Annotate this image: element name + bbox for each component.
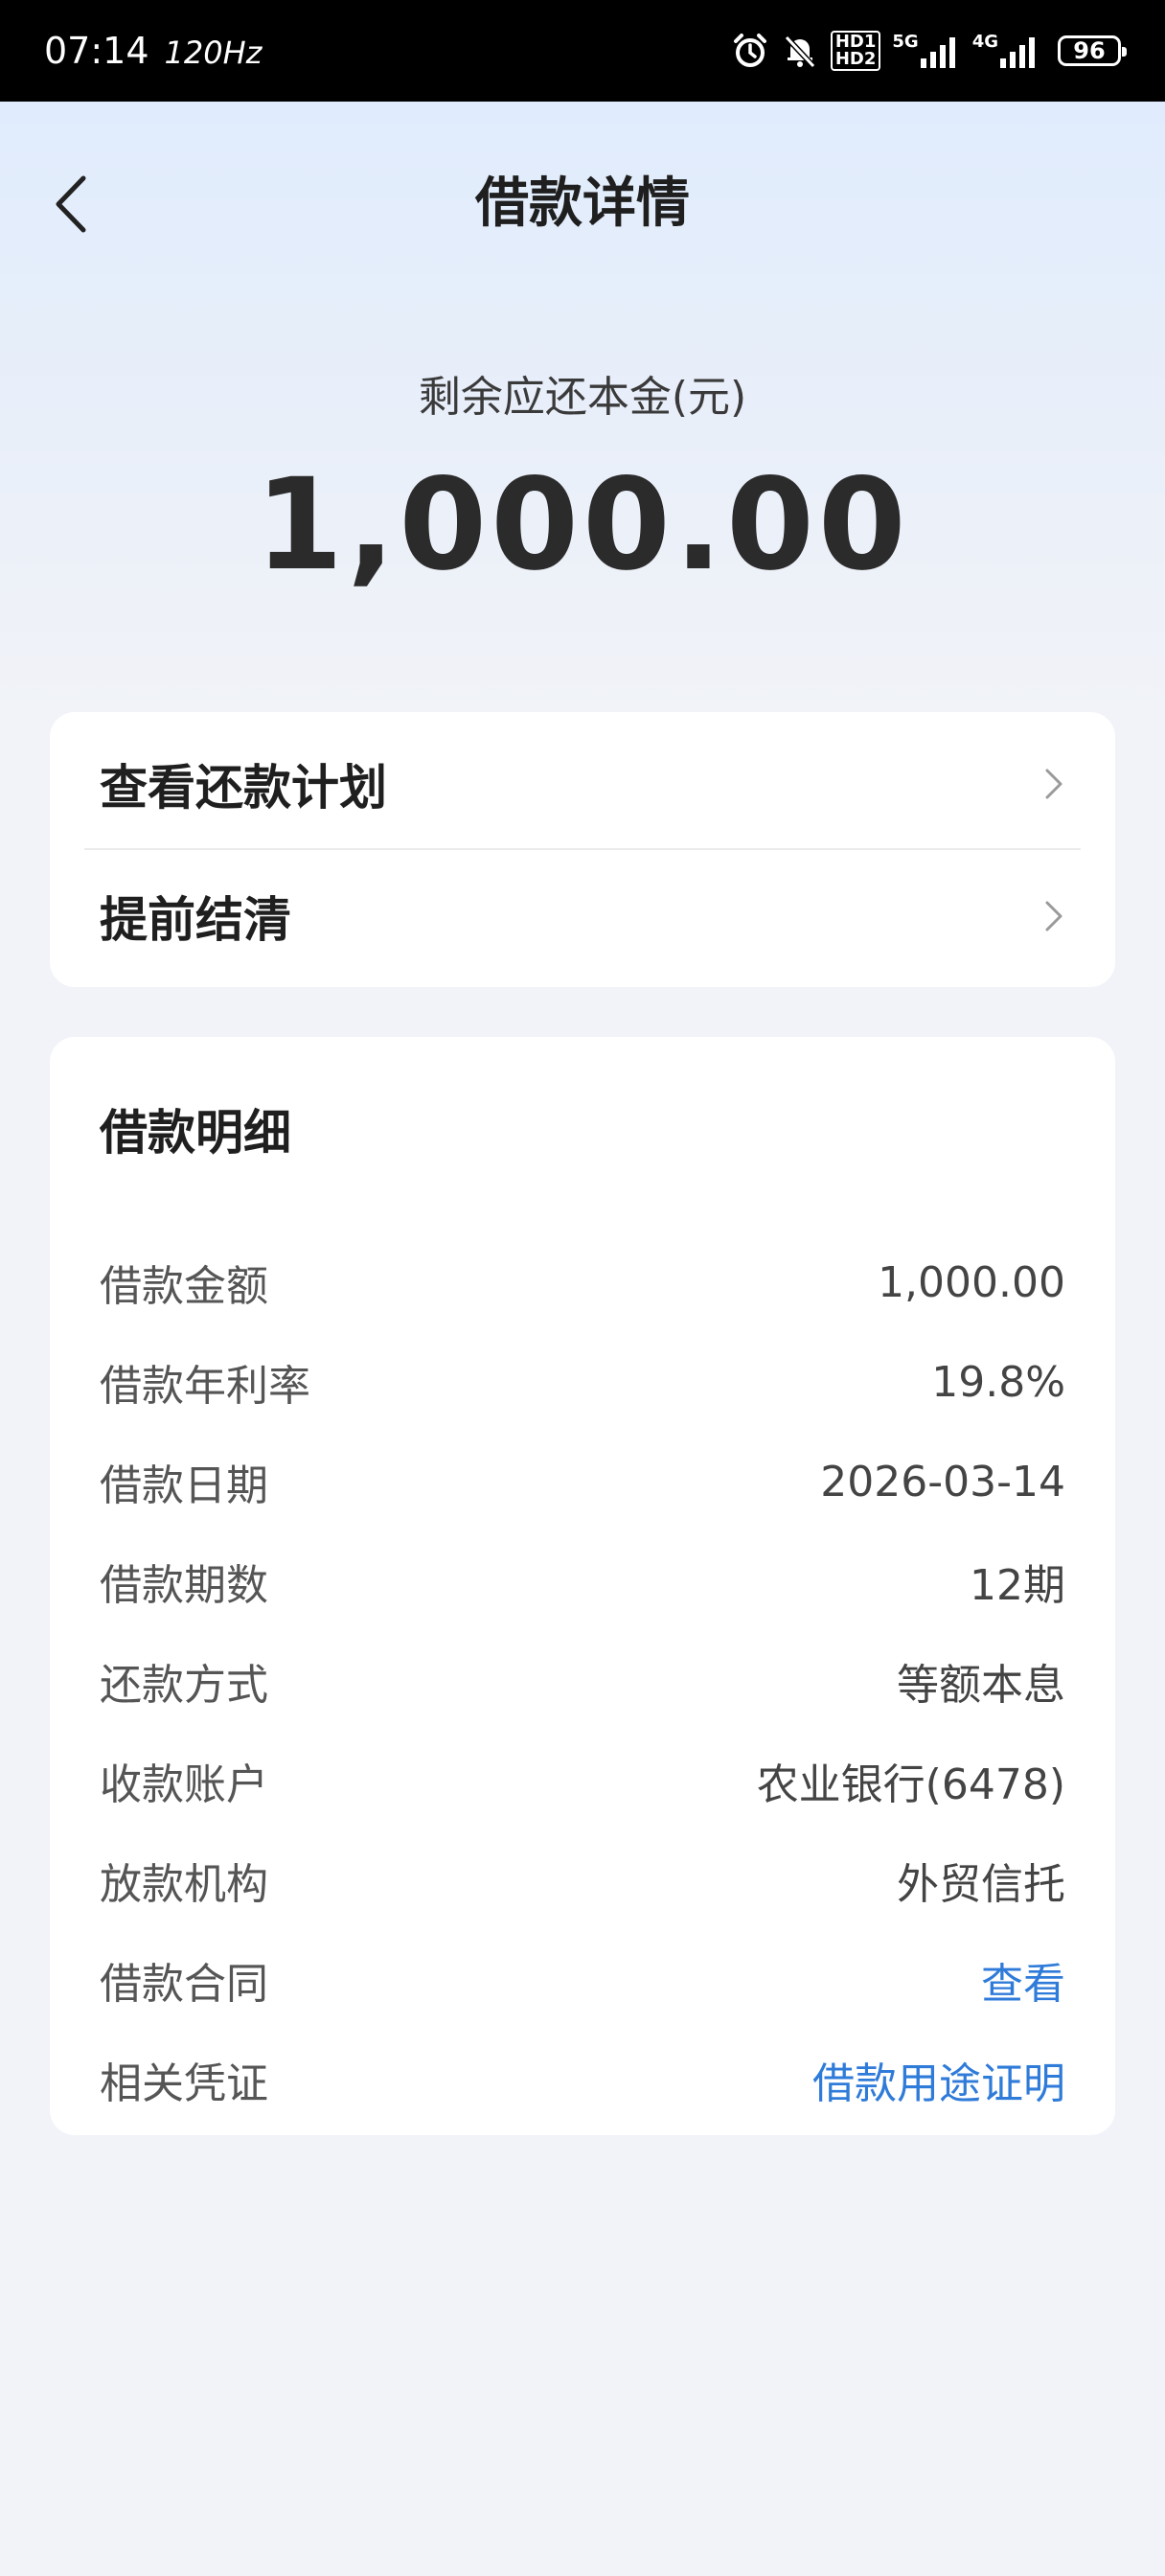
alarm-icon bbox=[731, 32, 769, 70]
detail-label: 收款账户 bbox=[100, 1760, 268, 1809]
status-bar: 07:14 120Hz HD1 HD2 5G 4G 96 bbox=[0, 0, 1165, 102]
detail-value: 等额本息 bbox=[897, 1661, 1065, 1710]
principal-summary: 剩余应还本金(元) 1,000.00 bbox=[0, 364, 1165, 611]
principal-label: 剩余应还本金(元) bbox=[418, 373, 747, 422]
status-left: 07:14 120Hz bbox=[44, 30, 262, 72]
detail-value: 1,000.00 bbox=[878, 1257, 1065, 1307]
repayment-plan-row[interactable]: 查看还款计划 bbox=[50, 720, 1115, 848]
detail-label: 放款机构 bbox=[100, 1860, 268, 1909]
details-list: 借款金额 1,000.00 借款年利率 19.8% 借款日期 2026-03-1… bbox=[100, 1232, 1065, 2129]
hd2-text: HD2 bbox=[834, 49, 877, 69]
detail-value: 2026-03-14 bbox=[820, 1457, 1065, 1506]
detail-value: 农业银行(6478) bbox=[756, 1760, 1065, 1809]
detail-label: 相关凭证 bbox=[100, 2059, 268, 2108]
detail-row-date: 借款日期 2026-03-14 bbox=[100, 1432, 1065, 1531]
net2-text: 4G bbox=[971, 32, 998, 52]
detail-row-voucher: 相关凭证 借款用途证明 bbox=[100, 2030, 1065, 2129]
chevron-right-icon bbox=[1045, 769, 1062, 799]
early-settlement-row[interactable]: 提前结清 bbox=[50, 852, 1115, 980]
divider bbox=[84, 848, 1081, 850]
detail-row-rate: 借款年利率 19.8% bbox=[100, 1332, 1065, 1432]
detail-row-lender: 放款机构 外贸信托 bbox=[100, 1830, 1065, 1930]
view-contract-link[interactable]: 查看 bbox=[981, 1949, 1065, 2011]
status-time: 07:14 bbox=[44, 30, 149, 72]
signal-4g-icon: 4G bbox=[972, 34, 1040, 68]
status-right: HD1 HD2 5G 4G 96 bbox=[731, 31, 1127, 71]
detail-label: 借款年利率 bbox=[100, 1362, 310, 1411]
detail-label: 借款日期 bbox=[100, 1461, 268, 1510]
bell-muted-icon bbox=[781, 32, 819, 70]
early-settlement-label: 提前结清 bbox=[100, 892, 291, 948]
detail-value: 19.8% bbox=[931, 1357, 1065, 1407]
detail-value: 12期 bbox=[970, 1561, 1065, 1610]
detail-row-contract: 借款合同 查看 bbox=[100, 1930, 1065, 2030]
refresh-rate: 120Hz bbox=[164, 34, 263, 71]
actions-card: 查看还款计划 提前结清 bbox=[50, 712, 1115, 987]
signal-5g-icon: 5G bbox=[892, 34, 960, 68]
detail-row-amount: 借款金额 1,000.00 bbox=[100, 1232, 1065, 1332]
detail-label: 借款金额 bbox=[100, 1262, 268, 1311]
detail-label: 借款合同 bbox=[100, 1960, 268, 2009]
page-title: 借款详情 bbox=[475, 172, 690, 235]
loan-details-card: 借款明细 借款金额 1,000.00 借款年利率 19.8% 借款日期 2026… bbox=[50, 1037, 1115, 2135]
details-title: 借款明细 bbox=[100, 1105, 291, 1161]
principal-amount: 1,000.00 bbox=[255, 451, 910, 599]
detail-row-account: 收款账户 农业银行(6478) bbox=[100, 1731, 1065, 1830]
detail-value: 外贸信托 bbox=[897, 1860, 1065, 1909]
net1-text: 5G bbox=[892, 32, 919, 52]
detail-label: 还款方式 bbox=[100, 1661, 268, 1710]
nav-bar: 借款详情 bbox=[0, 102, 1165, 303]
loan-purpose-proof-link[interactable]: 借款用途证明 bbox=[812, 2049, 1065, 2110]
hd-icon: HD1 HD2 bbox=[830, 31, 881, 71]
detail-row-periods: 借款期数 12期 bbox=[100, 1531, 1065, 1631]
repayment-plan-label: 查看还款计划 bbox=[100, 760, 387, 816]
chevron-right-icon bbox=[1045, 901, 1062, 932]
battery-icon: 96 bbox=[1058, 35, 1127, 66]
detail-label: 借款期数 bbox=[100, 1561, 268, 1610]
detail-row-method: 还款方式 等额本息 bbox=[100, 1631, 1065, 1731]
